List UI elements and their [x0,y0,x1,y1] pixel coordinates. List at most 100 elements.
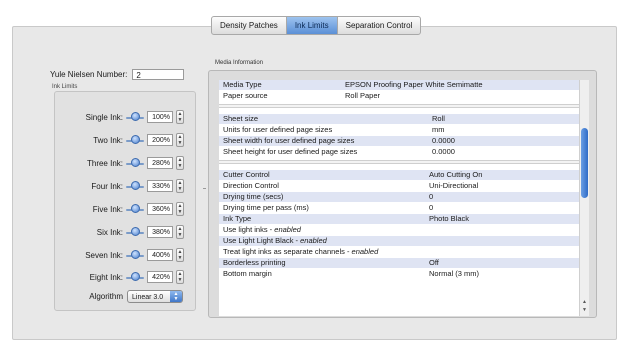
ink-limit-label: Eight Ink: [89,273,123,282]
scroll-up-arrow-icon[interactable]: ▲ [580,298,589,306]
ink-limit-value-field[interactable]: 330% [147,180,173,192]
algorithm-select[interactable]: Linear 3.0 ▲ ▼ [127,290,183,303]
algorithm-value: Linear 3.0 [132,294,164,301]
stepper-arrows-icon[interactable]: ▲ ▼ [176,202,184,216]
media-information-title: Media Information [215,60,264,66]
media-info-row[interactable]: Paper source Roll Paper [219,91,579,101]
stepper-arrows-icon[interactable]: ▲ ▼ [176,270,184,284]
algorithm-label: Algorithm [89,292,123,301]
ink-limit-value-field[interactable]: 280% [147,157,173,169]
ink-limit-row: Four Ink: 330% ▲ ▼ [55,179,195,194]
ink-limit-value-field[interactable]: 420% [147,271,173,283]
ink-limit-value-field[interactable]: 360% [147,203,173,215]
media-info-key: Use light inks - enabled [223,225,301,235]
tab-ink-limits[interactable]: Ink Limits [286,17,338,34]
media-info-value: 0 [429,192,434,201]
yule-nielsen-input[interactable]: 2 [132,68,185,80]
media-info-row[interactable]: Drying time (secs) 0 [219,192,579,202]
left-panel: Yule Nielsen Number: 2 Ink Limits [50,68,198,90]
ink-limits-group: Algorithm Linear 3.0 ▲ ▼ Single Ink: 100% ▲… [54,91,196,311]
yule-nielsen-label: Yule Nielsen Number: [50,69,128,79]
ink-limits-group-title: Ink Limits [52,84,78,90]
ink-limit-row: Six Ink: 380% ▲ ▼ [55,225,195,240]
media-vertical-scrollbar[interactable]: ▲ ▼ [579,80,589,316]
stepper-arrows-icon[interactable]: ▲ ▼ [176,133,184,147]
slider-knob-icon[interactable] [131,204,140,213]
media-info-value: 0.0000 [432,147,455,156]
media-info-key: Sheet size [223,114,259,123]
slider-knob-icon[interactable] [131,272,140,281]
slider-knob-icon[interactable] [131,158,140,167]
media-info-key: Borderless printing [223,258,286,267]
media-info-key: Use Light Light Black - enabled [223,236,327,246]
ink-limit-value-field[interactable]: 400% [147,249,173,261]
stepper-arrows-icon[interactable]: ▲ ▼ [176,156,184,170]
ink-limit-label: Single Ink: [85,113,123,122]
scroll-down-arrow-icon[interactable]: ▼ [580,306,589,314]
media-info-row[interactable]: Direction Control Uni-Directional [219,181,579,191]
panel-divider-handle[interactable] [203,188,206,189]
media-information-table: Media Type EPSON Proofing Paper White Sem… [219,80,579,316]
media-info-key: Ink Type [223,214,252,223]
media-info-row[interactable]: Units for user defined page sizes mm [219,125,579,135]
ink-limit-value-field[interactable]: 100% [147,111,173,123]
media-info-value: EPSON Proofing Paper White Semimatte [345,80,483,89]
media-info-value: 0 [429,203,434,212]
media-info-value: Roll Paper [345,91,381,100]
slider-knob-icon[interactable] [131,250,140,259]
media-info-key: Bottom margin [223,269,272,278]
stepper-arrows-icon[interactable]: ▲ ▼ [176,225,184,239]
algorithm-row: Algorithm Linear 3.0 ▲ ▼ [55,290,195,304]
stepper-arrows-icon[interactable]: ▲ ▼ [176,179,184,193]
media-info-row[interactable]: Bottom margin Normal (3 mm) [219,269,579,279]
media-info-value: Normal (3 mm) [429,269,479,278]
slider-knob-icon[interactable] [131,135,140,144]
media-info-row[interactable]: Media Type EPSON Proofing Paper White Sem… [219,80,579,90]
ink-limit-label: Four Ink: [91,182,123,191]
stepper-arrows-icon[interactable]: ▲ ▼ [176,248,184,262]
ink-limit-row: Single Ink: 100% ▲ ▼ [55,110,195,125]
media-info-key: Units for user defined page sizes [223,125,333,134]
popup-arrows-icon: ▲ ▼ [170,291,182,302]
media-info-row[interactable]: Sheet size Roll [219,114,579,124]
media-info-value: mm [432,125,445,134]
media-info-row[interactable]: Borderless printing Off [219,258,579,268]
media-info-row[interactable]: Ink Type Photo Black [219,214,579,224]
media-info-key: Drying time (secs) [223,192,284,201]
tab-bar: Density Patches Ink Limits Separation Co… [211,16,422,35]
media-info-row[interactable]: Cutter Control Auto Cutting On [219,170,579,180]
media-info-key: Treat light inks as separate channels - … [223,247,378,257]
media-info-key: Sheet height for user defined page sizes [223,147,358,156]
media-info-key: Cutter Control [223,170,270,179]
media-info-key-text: Use Light Light Black - enabled [223,236,327,245]
media-info-key-text: Treat light inks as separate channels - … [223,247,379,256]
media-info-row[interactable]: Sheet height for user defined page sizes… [219,147,579,157]
slider-knob-icon[interactable] [131,112,140,121]
slider-knob-icon[interactable] [131,181,140,190]
yule-nielsen-row: Yule Nielsen Number: 2 [50,68,198,80]
media-info-key: Media Type [223,80,262,89]
media-info-key: Sheet width for user defined page sizes [223,136,355,145]
ink-limit-label: Six Ink: [96,228,123,237]
tab-density-patches[interactable]: Density Patches [212,17,287,34]
ink-limit-row: Eight Ink: 420% ▲ ▼ [55,270,195,285]
tab-separation-control[interactable]: Separation Control [338,17,421,34]
media-info-value: 0.0000 [432,136,455,145]
stepper-arrows-icon[interactable]: ▲ ▼ [176,110,184,124]
media-info-value: Uni-Directional [429,181,479,190]
ink-limit-row: Seven Ink: 400% ▲ ▼ [55,248,195,263]
ink-limit-label: Two Ink: [93,136,123,145]
media-info-row[interactable]: Use light inks - enabled [219,225,579,235]
media-info-row[interactable]: Treat light inks as separate channels - … [219,247,579,257]
media-info-row[interactable]: Sheet width for user defined page sizes 0… [219,136,579,146]
group-separator [219,104,579,108]
ink-limit-value-field[interactable]: 200% [147,134,173,146]
slider-knob-icon[interactable] [131,227,140,236]
ink-limit-label: Three Ink: [86,159,123,168]
media-info-value: Photo Black [429,214,470,223]
media-info-row[interactable]: Use Light Light Black - enabled [219,236,579,246]
ink-limit-value-field[interactable]: 380% [147,226,173,238]
scrollbar-thumb[interactable] [581,128,588,198]
media-info-row[interactable]: Drying time per pass (ms) 0 [219,203,579,213]
media-info-value: Auto Cutting On [429,170,483,179]
